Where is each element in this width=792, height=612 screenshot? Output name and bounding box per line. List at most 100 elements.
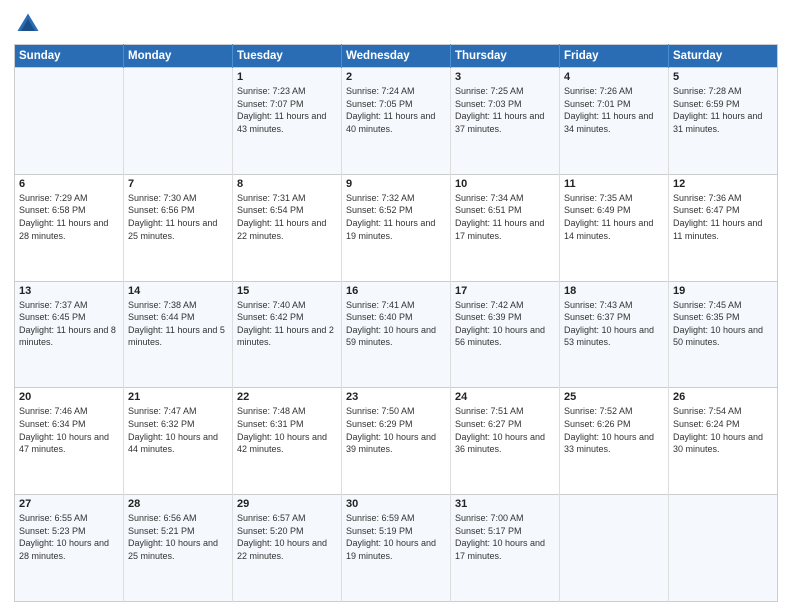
day-number: 9 [346,178,446,190]
day-info: Sunrise: 7:26 AMSunset: 7:01 PMDaylight:… [564,85,664,135]
calendar-cell: 23 Sunrise: 7:50 AMSunset: 6:29 PMDayligh… [342,388,451,495]
day-info: Sunrise: 7:23 AMSunset: 7:07 PMDaylight:… [237,85,337,135]
weekday-header: Sunday [15,45,124,68]
day-number: 1 [237,71,337,83]
calendar-cell: 25 Sunrise: 7:52 AMSunset: 6:26 PMDayligh… [560,388,669,495]
day-info: Sunrise: 7:51 AMSunset: 6:27 PMDaylight:… [455,405,555,455]
weekday-header: Thursday [451,45,560,68]
day-info: Sunrise: 7:43 AMSunset: 6:37 PMDaylight:… [564,299,664,349]
day-number: 3 [455,71,555,83]
day-info: Sunrise: 7:25 AMSunset: 7:03 PMDaylight:… [455,85,555,135]
day-info: Sunrise: 7:32 AMSunset: 6:52 PMDaylight:… [346,192,446,242]
calendar-cell: 26 Sunrise: 7:54 AMSunset: 6:24 PMDayligh… [669,388,778,495]
day-number: 28 [128,498,228,510]
calendar-week-row: 20Sunrise: 7:46 AMSunset: 6:34 PMDayligh… [15,388,778,495]
day-number: 15 [237,285,337,297]
day-info: Sunrise: 7:45 AMSunset: 6:35 PMDaylight:… [673,299,773,349]
day-info: Sunrise: 7:41 AMSunset: 6:40 PMDaylight:… [346,299,446,349]
day-number: 4 [564,71,664,83]
day-number: 10 [455,178,555,190]
day-number: 23 [346,391,446,403]
weekday-header: Monday [124,45,233,68]
day-info: Sunrise: 7:40 AMSunset: 6:42 PMDaylight:… [237,299,337,349]
day-info: Sunrise: 7:34 AMSunset: 6:51 PMDaylight:… [455,192,555,242]
calendar-cell: 12 Sunrise: 7:36 AMSunset: 6:47 PMDayligh… [669,174,778,281]
day-number: 14 [128,285,228,297]
day-info: Sunrise: 7:50 AMSunset: 6:29 PMDaylight:… [346,405,446,455]
calendar-cell: 2Sunrise: 7:24 AMSunset: 7:05 PMDaylight… [342,68,451,175]
calendar-cell: 16 Sunrise: 7:41 AMSunset: 6:40 PMDayligh… [342,281,451,388]
day-number: 24 [455,391,555,403]
day-info: Sunrise: 7:47 AMSunset: 6:32 PMDaylight:… [128,405,228,455]
day-info: Sunrise: 7:54 AMSunset: 6:24 PMDaylight:… [673,405,773,455]
calendar-cell [124,68,233,175]
day-number: 16 [346,285,446,297]
day-info: Sunrise: 7:28 AMSunset: 6:59 PMDaylight:… [673,85,773,135]
calendar-cell [15,68,124,175]
day-number: 25 [564,391,664,403]
weekday-header: Friday [560,45,669,68]
calendar-cell: 11Sunrise: 7:35 AMSunset: 6:49 PMDayligh… [560,174,669,281]
day-info: Sunrise: 6:59 AMSunset: 5:19 PMDaylight:… [346,512,446,562]
calendar-cell: 28 Sunrise: 6:56 AMSunset: 5:21 PMDayligh… [124,495,233,602]
calendar-cell: 14Sunrise: 7:38 AMSunset: 6:44 PMDayligh… [124,281,233,388]
calendar-week-row: 27 Sunrise: 6:55 AMSunset: 5:23 PMDayligh… [15,495,778,602]
logo [14,10,46,38]
day-info: Sunrise: 7:36 AMSunset: 6:47 PMDaylight:… [673,192,773,242]
day-info: Sunrise: 7:37 AMSunset: 6:45 PMDaylight:… [19,299,119,349]
calendar-cell: 5 Sunrise: 7:28 AMSunset: 6:59 PMDaylight… [669,68,778,175]
day-info: Sunrise: 6:55 AMSunset: 5:23 PMDaylight:… [19,512,119,562]
calendar-cell: 19 Sunrise: 7:45 AMSunset: 6:35 PMDayligh… [669,281,778,388]
day-info: Sunrise: 7:00 AMSunset: 5:17 PMDaylight:… [455,512,555,562]
calendar-cell: 4 Sunrise: 7:26 AMSunset: 7:01 PMDaylight… [560,68,669,175]
header [14,10,778,38]
weekday-header: Wednesday [342,45,451,68]
calendar-cell: 20Sunrise: 7:46 AMSunset: 6:34 PMDayligh… [15,388,124,495]
day-info: Sunrise: 7:29 AMSunset: 6:58 PMDaylight:… [19,192,119,242]
weekday-row: SundayMondayTuesdayWednesdayThursdayFrid… [15,45,778,68]
calendar-week-row: 6 Sunrise: 7:29 AMSunset: 6:58 PMDaylight… [15,174,778,281]
day-number: 12 [673,178,773,190]
calendar-cell: 29 Sunrise: 6:57 AMSunset: 5:20 PMDayligh… [233,495,342,602]
day-info: Sunrise: 6:57 AMSunset: 5:20 PMDaylight:… [237,512,337,562]
day-number: 27 [19,498,119,510]
day-info: Sunrise: 6:56 AMSunset: 5:21 PMDaylight:… [128,512,228,562]
day-number: 8 [237,178,337,190]
day-number: 6 [19,178,119,190]
day-number: 22 [237,391,337,403]
day-number: 29 [237,498,337,510]
calendar-cell: 21 Sunrise: 7:47 AMSunset: 6:32 PMDayligh… [124,388,233,495]
calendar-cell: 30 Sunrise: 6:59 AMSunset: 5:19 PMDayligh… [342,495,451,602]
weekday-header: Tuesday [233,45,342,68]
calendar-cell: 6 Sunrise: 7:29 AMSunset: 6:58 PMDaylight… [15,174,124,281]
calendar-cell: 7Sunrise: 7:30 AMSunset: 6:56 PMDaylight… [124,174,233,281]
day-number: 13 [19,285,119,297]
calendar-cell: 18Sunrise: 7:43 AMSunset: 6:37 PMDayligh… [560,281,669,388]
day-number: 21 [128,391,228,403]
day-number: 2 [346,71,446,83]
day-number: 30 [346,498,446,510]
calendar-cell: 8Sunrise: 7:31 AMSunset: 6:54 PMDaylight… [233,174,342,281]
page: SundayMondayTuesdayWednesdayThursdayFrid… [0,0,792,612]
day-info: Sunrise: 7:42 AMSunset: 6:39 PMDaylight:… [455,299,555,349]
logo-icon [14,10,42,38]
day-number: 19 [673,285,773,297]
calendar-cell: 27 Sunrise: 6:55 AMSunset: 5:23 PMDayligh… [15,495,124,602]
calendar-cell: 22Sunrise: 7:48 AMSunset: 6:31 PMDayligh… [233,388,342,495]
calendar-body: 1 Sunrise: 7:23 AMSunset: 7:07 PMDaylight… [15,68,778,602]
day-number: 7 [128,178,228,190]
day-number: 26 [673,391,773,403]
weekday-header: Saturday [669,45,778,68]
calendar-cell [560,495,669,602]
day-info: Sunrise: 7:52 AMSunset: 6:26 PMDaylight:… [564,405,664,455]
calendar-week-row: 1 Sunrise: 7:23 AMSunset: 7:07 PMDaylight… [15,68,778,175]
calendar-cell: 24 Sunrise: 7:51 AMSunset: 6:27 PMDayligh… [451,388,560,495]
calendar-header: SundayMondayTuesdayWednesdayThursdayFrid… [15,45,778,68]
day-number: 17 [455,285,555,297]
calendar-cell: 17 Sunrise: 7:42 AMSunset: 6:39 PMDayligh… [451,281,560,388]
day-number: 5 [673,71,773,83]
day-info: Sunrise: 7:35 AMSunset: 6:49 PMDaylight:… [564,192,664,242]
day-info: Sunrise: 7:46 AMSunset: 6:34 PMDaylight:… [19,405,119,455]
calendar-cell: 13 Sunrise: 7:37 AMSunset: 6:45 PMDayligh… [15,281,124,388]
calendar-cell: 31Sunrise: 7:00 AMSunset: 5:17 PMDayligh… [451,495,560,602]
